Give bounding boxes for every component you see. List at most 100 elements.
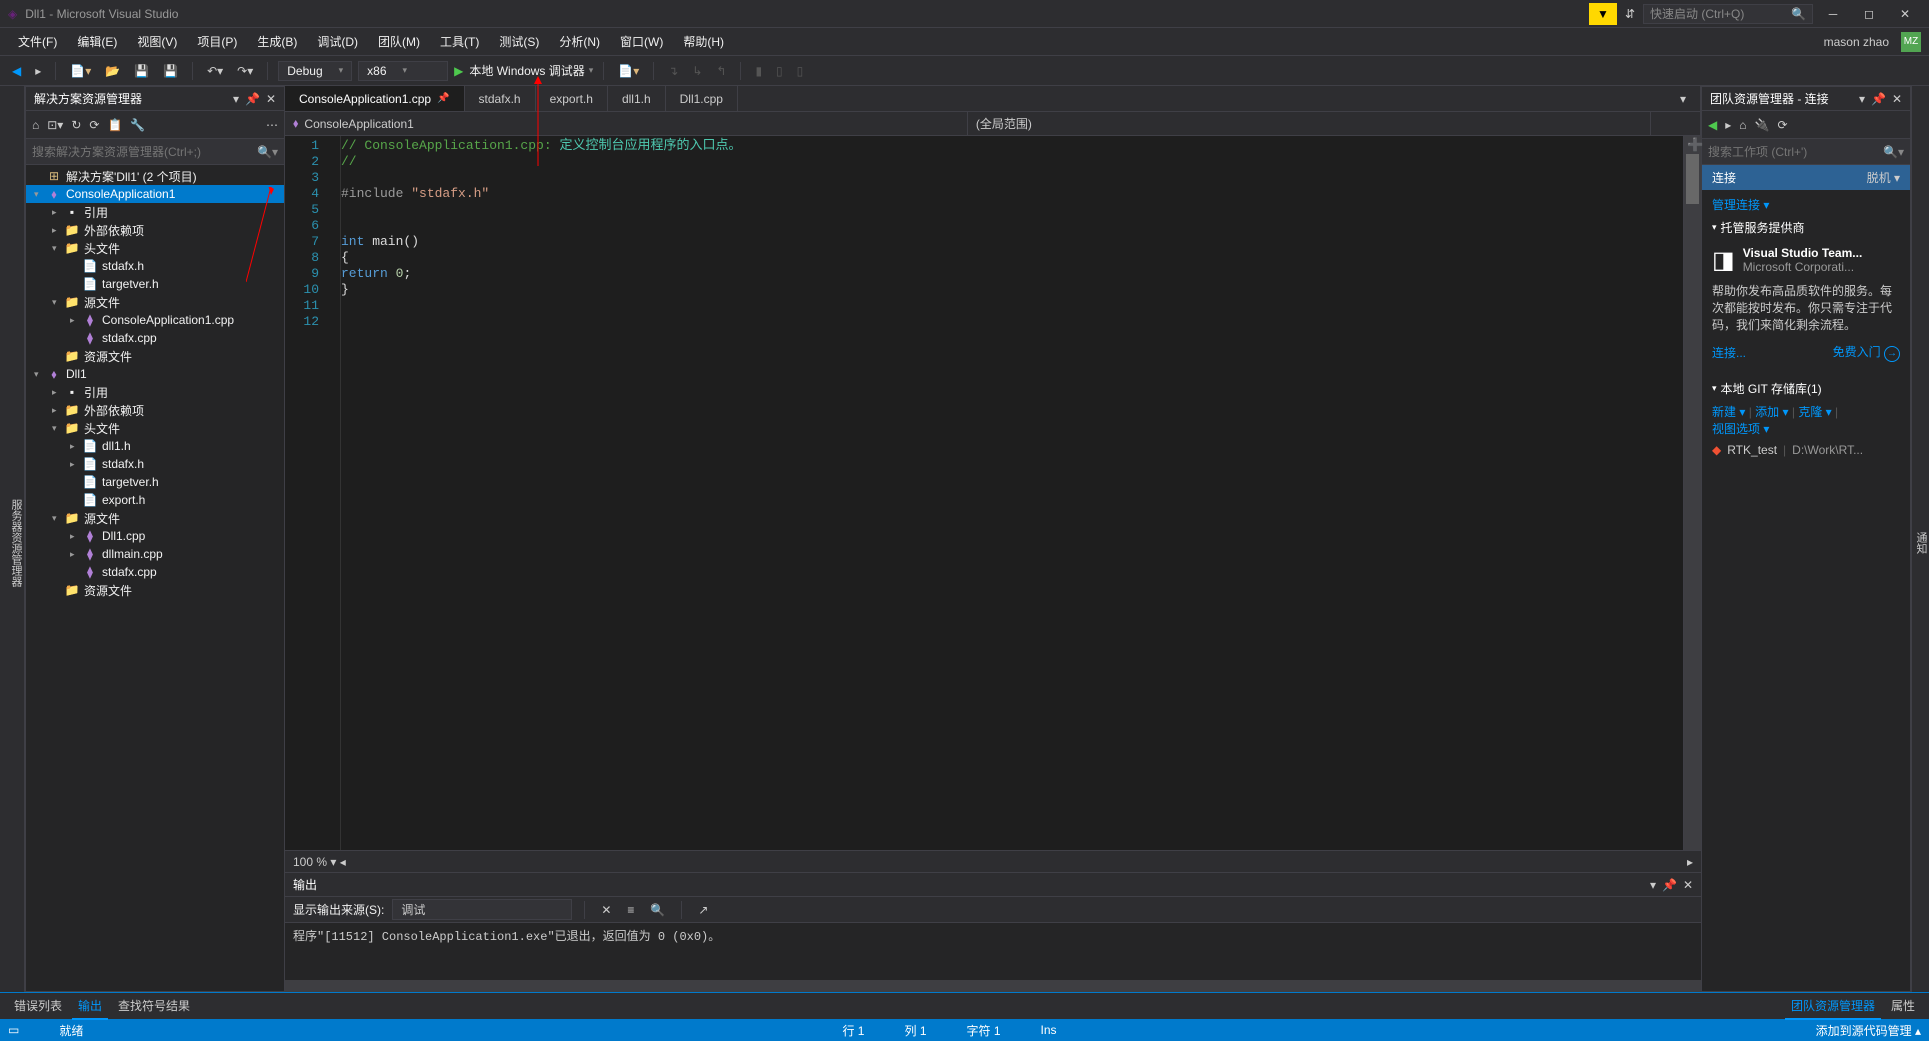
document-tab[interactable]: dll1.h xyxy=(608,86,666,111)
tree-item[interactable]: ▸📄stdafx.h xyxy=(26,455,284,473)
forward-icon[interactable]: ▸ xyxy=(1725,118,1731,132)
tree-item[interactable]: ▾⬧ConsoleApplication1 xyxy=(26,185,284,203)
open-file-button[interactable]: 📂 xyxy=(101,62,124,80)
arrow-circle-icon[interactable]: → xyxy=(1884,346,1900,362)
sync-icon[interactable]: ↻ xyxy=(71,118,81,132)
menu-item[interactable]: 编辑(E) xyxy=(67,29,127,54)
menu-item[interactable]: 帮助(H) xyxy=(673,29,734,54)
tree-item[interactable]: ▾📁头文件 xyxy=(26,239,284,257)
scroll-right-icon[interactable]: ▸ xyxy=(1687,855,1693,869)
undo-button[interactable]: ↶▾ xyxy=(203,62,227,80)
menu-item[interactable]: 文件(F) xyxy=(8,29,67,54)
team-search[interactable]: 🔍▾ xyxy=(1702,139,1910,165)
team-search-input[interactable] xyxy=(1708,145,1883,159)
nav-back-button[interactable]: ◀ xyxy=(8,62,25,80)
manage-connections-link[interactable]: 管理连接 ▾ xyxy=(1712,198,1769,212)
zoom-dropdown[interactable]: 100 % ▾ ◂ xyxy=(293,855,346,869)
menu-item[interactable]: 项目(P) xyxy=(187,29,247,54)
tree-item[interactable]: 📄export.h xyxy=(26,491,284,509)
nav-member-dropdown[interactable] xyxy=(1651,112,1701,135)
refresh-icon[interactable]: ⟳ xyxy=(89,118,99,132)
user-avatar[interactable]: MZ xyxy=(1901,32,1921,52)
pin-icon[interactable]: 📌 xyxy=(1871,92,1886,106)
output-scrollbar[interactable] xyxy=(285,980,1701,992)
local-git-header[interactable]: ▾本地 GIT 存储库(1) xyxy=(1712,374,1900,403)
tree-item[interactable]: ⧫stdafx.cpp xyxy=(26,329,284,347)
fold-gutter[interactable] xyxy=(327,136,341,850)
collapse-icon[interactable]: ⊡▾ xyxy=(47,118,63,132)
dropdown-icon[interactable]: ▾ xyxy=(233,92,239,106)
bottom-tab[interactable]: 错误列表 xyxy=(8,993,68,1020)
tree-item[interactable]: ▾📁源文件 xyxy=(26,293,284,311)
quick-launch-input[interactable]: 快速启动 (Ctrl+Q) 🔍 xyxy=(1643,4,1813,24)
nav-type-dropdown[interactable]: ⬧ConsoleApplication1 xyxy=(285,112,968,135)
tree-item[interactable]: ▸▪引用 xyxy=(26,383,284,401)
notification-flag-icon[interactable]: ▼ xyxy=(1589,3,1617,25)
menu-item[interactable]: 团队(M) xyxy=(368,29,430,54)
notifications-tab[interactable]: 通知 xyxy=(1911,86,1929,992)
properties-icon[interactable]: 🔧 xyxy=(130,118,145,132)
solution-tree[interactable]: ⊞解决方案'Dll1' (2 个项目)▾⬧ConsoleApplication1… xyxy=(26,165,284,991)
status-scm[interactable]: 添加到源代码管理 ▴ xyxy=(1816,1022,1921,1039)
bottom-tab[interactable]: 输出 xyxy=(72,993,108,1020)
solution-search[interactable]: 🔍▾ xyxy=(26,139,284,165)
new-project-button[interactable]: 📄▾ xyxy=(66,62,95,80)
home-icon[interactable]: ⌂ xyxy=(32,118,39,132)
code-content[interactable]: // ConsoleApplication1.cpp: 定义控制台应用程序的入口… xyxy=(341,136,1683,850)
home-icon[interactable]: ⌂ xyxy=(1739,118,1746,132)
nav-scope-dropdown[interactable]: (全局范围) xyxy=(968,112,1651,135)
save-button[interactable]: 💾 xyxy=(130,62,153,80)
toggle-wrap-icon[interactable]: ≡ xyxy=(623,901,638,919)
bottom-tab[interactable]: 查找符号结果 xyxy=(112,993,196,1020)
server-explorer-tab[interactable]: 服务器资源管理器 xyxy=(0,86,25,992)
save-all-button[interactable]: 💾 xyxy=(159,62,182,80)
repo-item[interactable]: ◆ RTK_test | D:\Work\RT... xyxy=(1712,437,1900,463)
menu-item[interactable]: 分析(N) xyxy=(549,29,610,54)
username-label[interactable]: mason zhao xyxy=(1818,35,1895,49)
tree-item[interactable]: ▾⬧Dll1 xyxy=(26,365,284,383)
tree-item[interactable]: ⊞解决方案'Dll1' (2 个项目) xyxy=(26,167,284,185)
tree-item[interactable]: ▸⧫ConsoleApplication1.cpp xyxy=(26,311,284,329)
tree-item[interactable]: 📄targetver.h xyxy=(26,473,284,491)
tree-item[interactable]: ▾📁源文件 xyxy=(26,509,284,527)
document-tab[interactable]: export.h xyxy=(536,86,608,111)
dropdown-icon[interactable]: ▾ xyxy=(1650,878,1656,892)
tab-overflow-icon[interactable]: ▾ xyxy=(1666,86,1701,111)
nav-fwd-button[interactable]: ▸ xyxy=(31,62,45,80)
menu-item[interactable]: 生成(B) xyxy=(247,29,307,54)
back-icon[interactable]: ◀ xyxy=(1708,118,1717,132)
connect-link[interactable]: 连接... xyxy=(1712,344,1746,361)
output-text[interactable]: 程序"[11512] ConsoleApplication1.exe"已退出，返… xyxy=(285,923,1701,980)
maximize-button[interactable]: ◻ xyxy=(1853,7,1885,21)
tree-item[interactable]: ▸⧫dllmain.cpp xyxy=(26,545,284,563)
tree-item[interactable]: 📁资源文件 xyxy=(26,581,284,599)
team-connect-header[interactable]: 连接 脱机 ▾ xyxy=(1702,165,1910,190)
tree-item[interactable]: ▸📁外部依赖项 xyxy=(26,221,284,239)
show-all-icon[interactable]: 📋 xyxy=(107,118,122,132)
close-button[interactable]: ✕ xyxy=(1889,7,1921,21)
menu-item[interactable]: 调试(D) xyxy=(307,29,368,54)
close-icon[interactable]: ✕ xyxy=(266,92,276,106)
git-action-link[interactable]: 新建 ▾ xyxy=(1712,405,1745,419)
close-icon[interactable]: ✕ xyxy=(1683,878,1693,892)
document-tab[interactable]: ConsoleApplication1.cpp📌 xyxy=(285,86,465,111)
goto-icon[interactable]: ↗ xyxy=(694,901,712,919)
vertical-scrollbar[interactable]: ➕ xyxy=(1683,136,1701,850)
tree-item[interactable]: 📁资源文件 xyxy=(26,347,284,365)
git-action-link[interactable]: 添加 ▾ xyxy=(1755,405,1788,419)
code-editor[interactable]: 123456789101112 // ConsoleApplication1.c… xyxy=(285,136,1701,850)
close-icon[interactable]: ✕ xyxy=(1892,92,1902,106)
tree-item[interactable]: ⧫stdafx.cpp xyxy=(26,563,284,581)
pin-icon[interactable]: 📌 xyxy=(1662,878,1677,892)
pin-icon[interactable]: 📌 xyxy=(245,92,260,106)
new-item-button[interactable]: 📄▾ xyxy=(614,62,643,80)
menu-item[interactable]: 窗口(W) xyxy=(610,29,673,54)
menu-item[interactable]: 工具(T) xyxy=(430,29,489,54)
tree-item[interactable]: ▸📁外部依赖项 xyxy=(26,401,284,419)
view-options-link[interactable]: 视图选项 ▾ xyxy=(1712,422,1769,436)
git-action-link[interactable]: 克隆 ▾ xyxy=(1798,405,1831,419)
refresh-icon[interactable]: ⟳ xyxy=(1777,118,1787,132)
tree-item[interactable]: ▸⧫Dll1.cpp xyxy=(26,527,284,545)
platform-dropdown[interactable]: x86▾ xyxy=(358,61,448,81)
menu-item[interactable]: 测试(S) xyxy=(489,29,549,54)
